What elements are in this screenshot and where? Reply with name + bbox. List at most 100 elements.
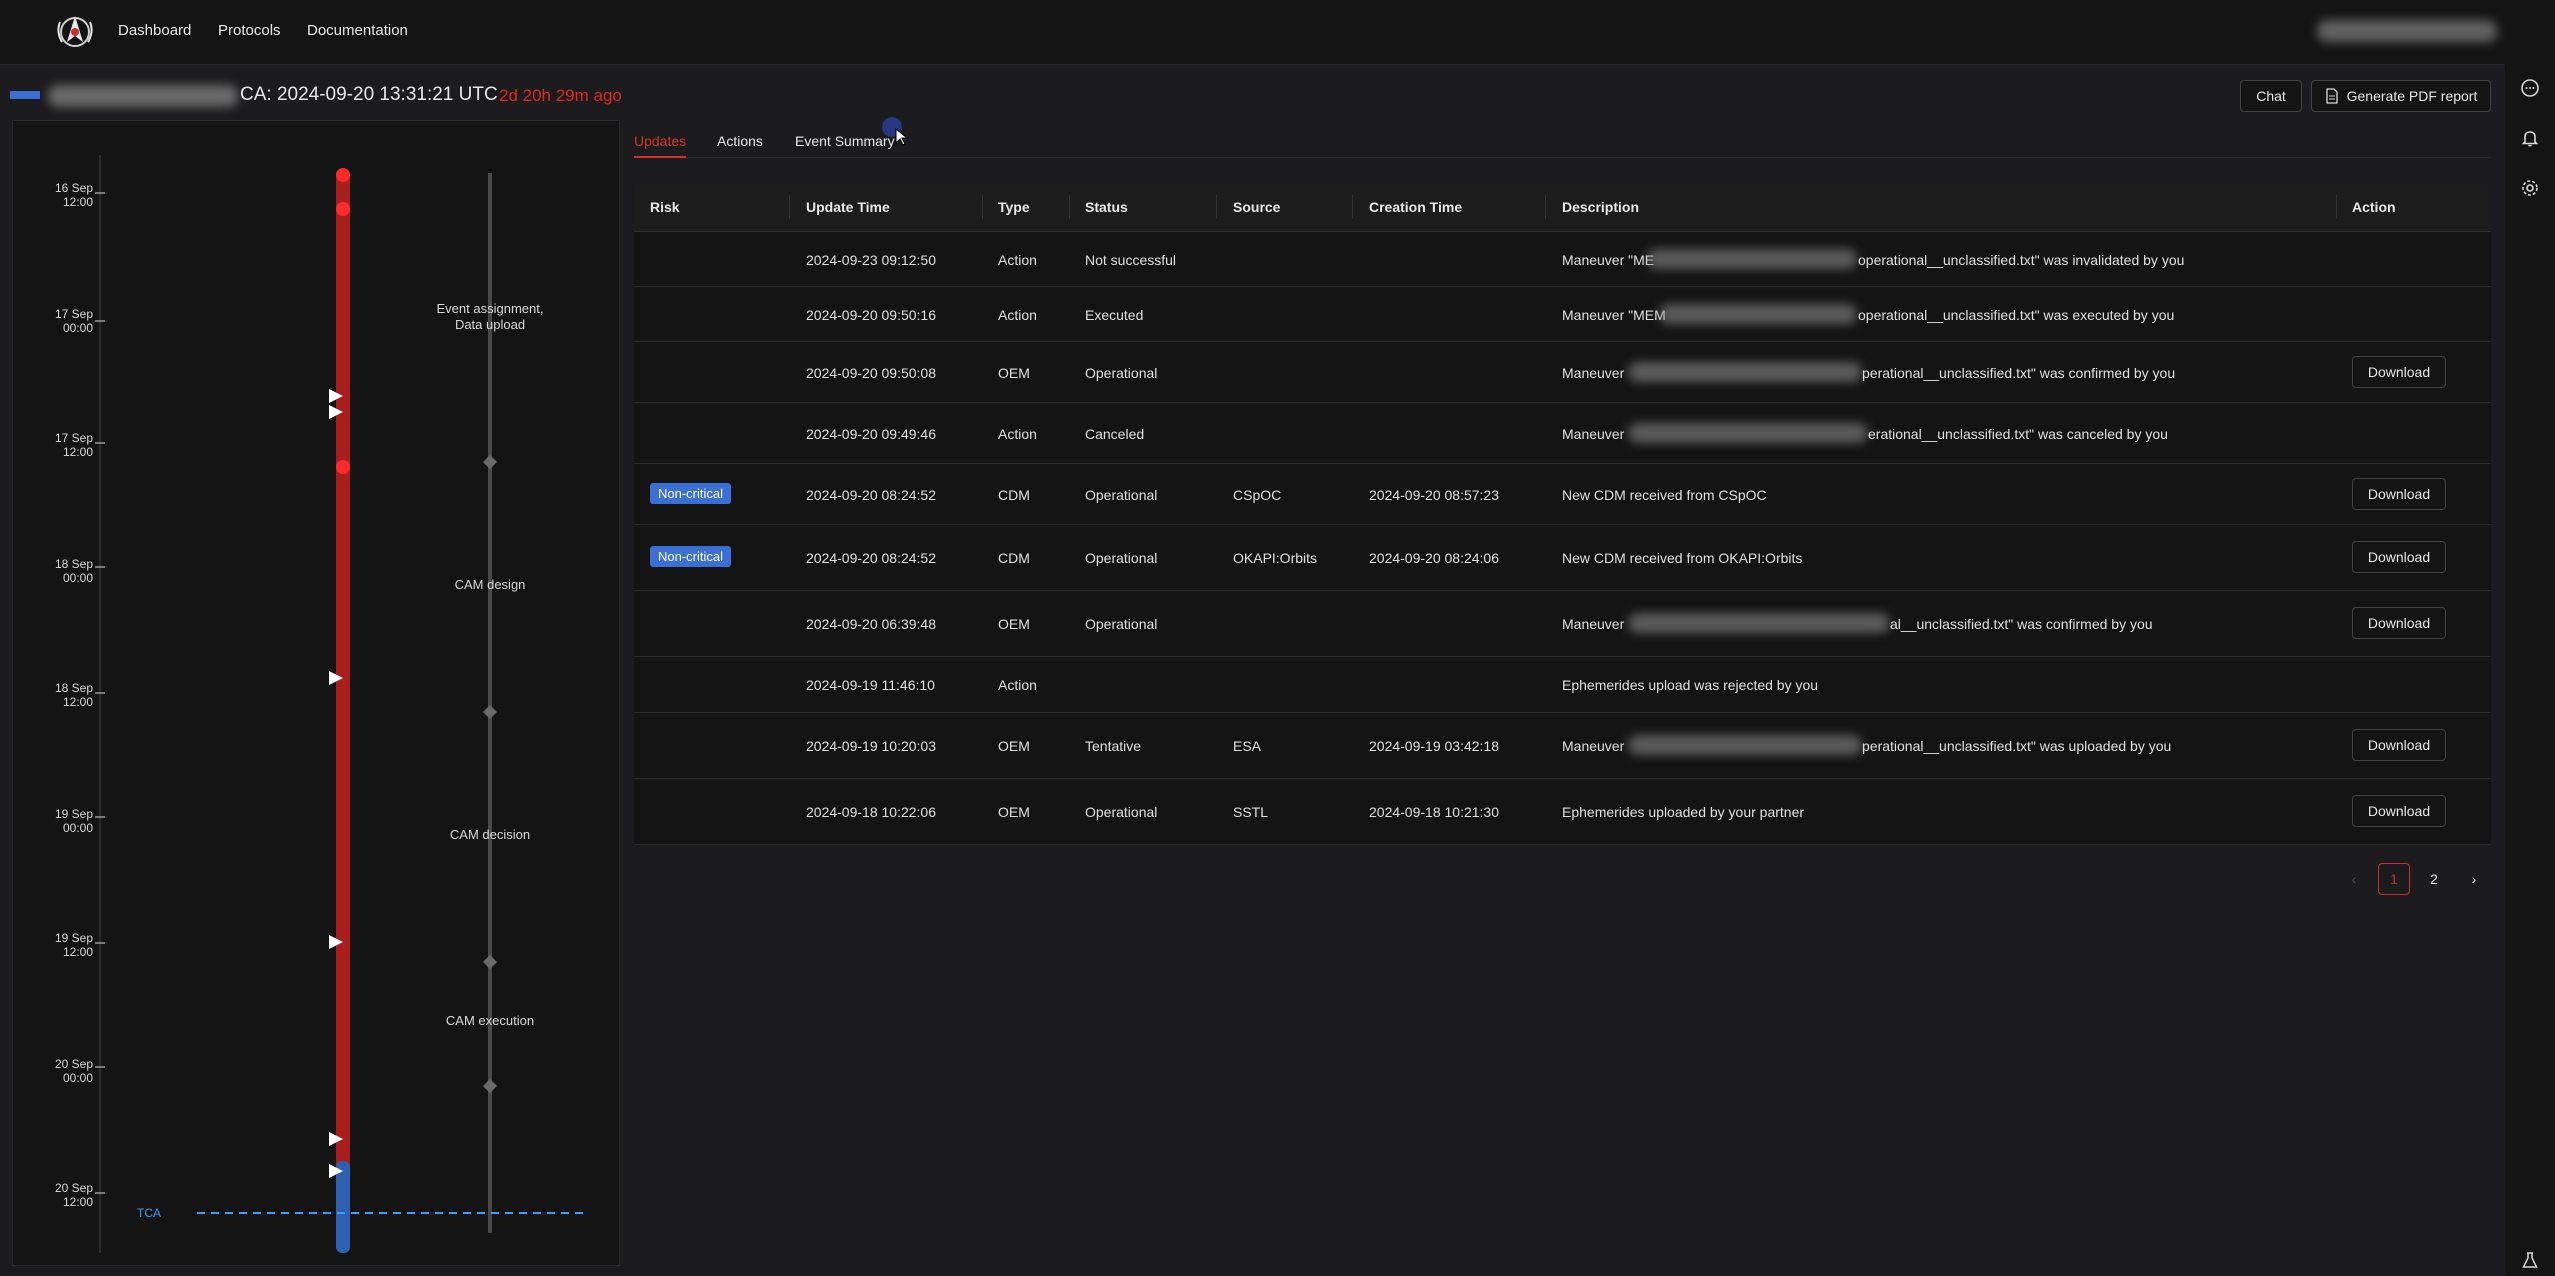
cell-description: Ephemerides uploaded by your partner xyxy=(1562,804,1805,820)
table-row: 2024-09-19 10:20:03 OEM Tentative ESA 20… xyxy=(634,713,2491,779)
table-header: Risk Update Time Type Status Source Crea… xyxy=(634,183,2491,232)
chat-icon[interactable] xyxy=(2520,78,2540,98)
col-status[interactable]: Status xyxy=(1085,199,1128,215)
gear-icon[interactable] xyxy=(2520,178,2540,198)
risk-badge: Non-critical xyxy=(650,483,732,504)
cell-update-time: 2024-09-20 08:24:52 xyxy=(806,550,936,566)
redacted-filename xyxy=(1659,304,1857,324)
cell-description: Ephemerides upload was rejected by you xyxy=(1562,677,1819,693)
timeline-tick-label: 17 Sep 12:00 xyxy=(54,431,93,459)
pagination-next[interactable]: › xyxy=(2458,863,2490,895)
cell-type: CDM xyxy=(998,487,1030,503)
update-marker[interactable] xyxy=(336,168,350,182)
file-pdf-icon xyxy=(2325,88,2338,104)
cell-creation-time: 2024-09-18 10:21:30 xyxy=(1369,804,1499,820)
nav-documentation[interactable]: Documentation xyxy=(307,22,408,39)
user-menu[interactable] xyxy=(2317,20,2497,42)
cell-description-start: Maneuver xyxy=(1562,616,1625,632)
cell-source: ESA xyxy=(1233,738,1262,754)
table-row: 2024-09-23 09:12:50 Action Not successfu… xyxy=(634,232,2491,287)
tab-actions[interactable]: Actions xyxy=(717,133,763,149)
bell-icon[interactable] xyxy=(2520,128,2540,148)
cell-update-time: 2024-09-20 09:50:08 xyxy=(806,365,936,381)
pagination-prev[interactable]: ‹ xyxy=(2338,863,2370,895)
timeline-tick-label: 19 Sep 00:00 xyxy=(54,807,93,835)
cell-source: OKAPI:Orbits xyxy=(1233,550,1318,566)
download-button[interactable]: Download xyxy=(2352,356,2446,388)
cell-status: Tentative xyxy=(1085,738,1142,754)
col-source[interactable]: Source xyxy=(1233,199,1280,215)
table-row: 2024-09-20 09:50:16 Action Executed Mane… xyxy=(634,287,2491,342)
col-risk[interactable]: Risk xyxy=(650,199,680,215)
timeline-chart xyxy=(95,155,587,1253)
table-row: 2024-09-20 09:49:46 Action Canceled Mane… xyxy=(634,403,2491,464)
cell-status: Operational xyxy=(1085,365,1158,381)
col-creation-time[interactable]: Creation Time xyxy=(1369,199,1462,215)
cell-status: Canceled xyxy=(1085,426,1145,442)
col-update-time[interactable]: Update Time xyxy=(806,199,890,215)
cell-type: OEM xyxy=(998,738,1030,754)
cell-type: Action xyxy=(998,252,1037,268)
download-button[interactable]: Download xyxy=(2352,729,2446,761)
risk-badge: Non-critical xyxy=(650,546,732,567)
table-row: 2024-09-20 09:50:08 OEM Operational Mane… xyxy=(634,342,2491,403)
cell-description: New CDM received from OKAPI:Orbits xyxy=(1562,550,1803,566)
redacted-filename xyxy=(1628,362,1862,382)
nav-dashboard[interactable]: Dashboard xyxy=(118,22,191,39)
update-marker[interactable] xyxy=(336,460,350,474)
cell-status: Operational xyxy=(1085,804,1158,820)
cell-creation-time: 2024-09-20 08:24:06 xyxy=(1369,550,1499,566)
download-button[interactable]: Download xyxy=(2352,795,2446,827)
cell-type: CDM xyxy=(998,550,1030,566)
pagination-page-2[interactable]: 2 xyxy=(2418,863,2450,895)
download-button[interactable]: Download xyxy=(2352,607,2446,639)
phase-label-cam-decision: CAM decision xyxy=(449,827,531,842)
cell-update-time: 2024-09-23 09:12:50 xyxy=(806,252,936,268)
tab-updates[interactable]: Updates xyxy=(634,133,686,149)
table-row: 2024-09-18 10:22:06 OEM Operational SSTL… xyxy=(634,779,2491,845)
timeline-tick-label: 18 Sep 12:00 xyxy=(54,681,93,709)
cell-description-start: Maneuver "ME xyxy=(1562,252,1655,268)
cell-source: CSpOC xyxy=(1233,487,1282,503)
cell-description-end: erational__unclassified.txt" was cancele… xyxy=(1868,426,2168,442)
cell-description-end: operational__unclassified.txt" was inval… xyxy=(1858,252,2185,268)
pagination-page-1[interactable]: 1 xyxy=(2378,863,2410,895)
cell-status: Not successful xyxy=(1085,252,1177,268)
flask-icon[interactable] xyxy=(2520,1250,2540,1270)
tab-event-summary[interactable]: Event Summary xyxy=(795,133,895,149)
timeline-tick-label: 18 Sep 00:00 xyxy=(54,557,93,585)
event-duration-bar xyxy=(336,173,350,1213)
table-row: Non-critical 2024-09-20 08:24:52 CDM Ope… xyxy=(634,464,2491,525)
nav-protocols[interactable]: Protocols xyxy=(218,22,281,39)
tca-time-ago: 2d 20h 29m ago xyxy=(499,86,622,105)
col-action[interactable]: Action xyxy=(2352,199,2396,215)
cell-status: Operational xyxy=(1085,550,1158,566)
timeline-tick-label: 20 Sep 00:00 xyxy=(54,1057,93,1085)
update-marker[interactable] xyxy=(336,202,350,216)
download-button[interactable]: Download xyxy=(2352,478,2446,510)
col-type[interactable]: Type xyxy=(998,199,1030,215)
redacted-filename xyxy=(1647,249,1857,269)
generate-pdf-button[interactable]: Generate PDF report xyxy=(2311,80,2491,112)
col-description[interactable]: Description xyxy=(1562,199,1639,215)
mouse-pointer-icon xyxy=(895,128,909,146)
table-row: 2024-09-19 11:46:10 Action Ephemerides u… xyxy=(634,657,2491,713)
cell-update-time: 2024-09-20 09:50:16 xyxy=(806,307,936,323)
cell-update-time: 2024-09-20 06:39:48 xyxy=(806,616,936,632)
cell-description-start: Maneuver xyxy=(1562,738,1625,754)
cell-source: SSTL xyxy=(1233,804,1269,820)
chat-button-label: Chat xyxy=(2256,88,2286,104)
timeline-tick-label: 20 Sep 12:00 xyxy=(54,1181,93,1209)
cell-update-time: 2024-09-18 10:22:06 xyxy=(806,804,936,820)
cell-description-end: operational__unclassified.txt" was execu… xyxy=(1858,307,2175,323)
tabs-baseline xyxy=(634,157,2491,158)
top-navbar: Dashboard Protocols Documentation xyxy=(0,0,2555,65)
timeline-tick-label: 16 Sep 12:00 xyxy=(54,181,93,209)
app-logo-icon[interactable] xyxy=(54,12,96,52)
table-row: 2024-09-20 06:39:48 OEM Operational Mane… xyxy=(634,591,2491,657)
chat-button[interactable]: Chat xyxy=(2240,80,2302,112)
tca-window-bar xyxy=(336,1161,350,1253)
download-button[interactable]: Download xyxy=(2352,541,2446,573)
cell-type: Action xyxy=(998,426,1037,442)
redacted-filename xyxy=(1628,613,1890,633)
